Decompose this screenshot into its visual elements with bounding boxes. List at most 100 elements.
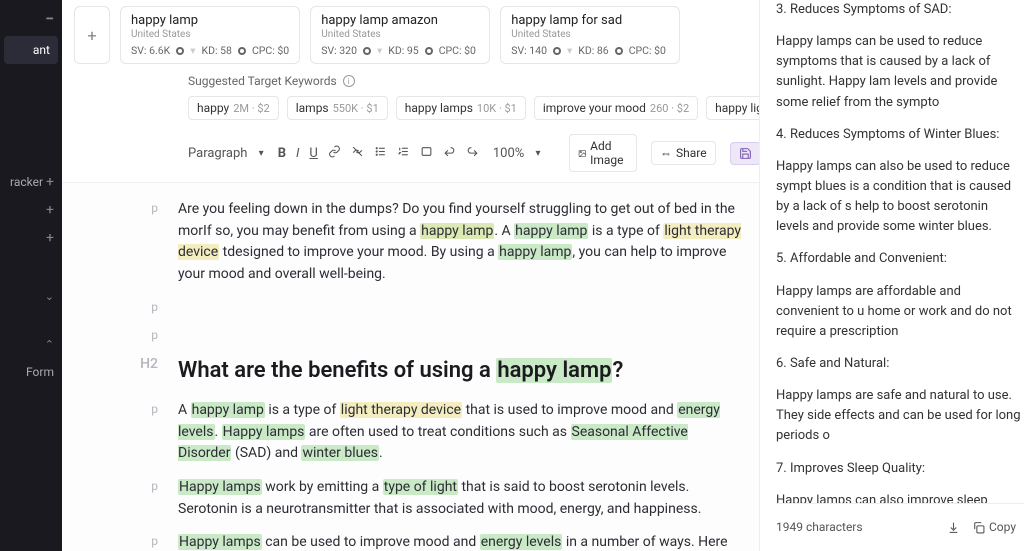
right-paragraph: 4. Reduces Symptoms of Winter Blues: xyxy=(776,125,1024,145)
right-paragraph: Happy lamps are safe and natural to use.… xyxy=(776,386,1024,446)
sidebar-left: − ant racker + + + ⌄ ⌃ Form xyxy=(0,0,62,551)
block-tag-label: H2 xyxy=(78,354,178,388)
unlink-icon xyxy=(351,145,364,158)
plus-icon: + xyxy=(46,174,54,190)
kw-title: happy lamp for sad xyxy=(511,13,669,28)
editor-block[interactable]: H2What are the benefits of using a happy… xyxy=(78,354,743,388)
keyword-chip[interactable]: happy light15K · $1 xyxy=(706,96,759,120)
sidebar-expand-up[interactable]: ⌃ xyxy=(0,330,62,358)
sidebar-collapse[interactable]: − xyxy=(0,4,62,32)
sidebar-item-label: Form xyxy=(26,365,54,379)
right-paragraph: Happy lamps can be used to reduce sympto… xyxy=(776,32,1024,113)
editor-block[interactable]: pHappy lamps can be used to improve mood… xyxy=(78,532,743,551)
editor-block[interactable]: pA happy lamp is a type of light therapy… xyxy=(78,400,743,465)
block-type-dropdown[interactable]: Paragraph ▾ xyxy=(188,146,264,161)
sidebar-item-tracker[interactable]: racker + xyxy=(0,168,62,196)
quote-button[interactable] xyxy=(420,145,433,162)
sv-dot-icon xyxy=(363,47,371,55)
kw-title: happy lamp amazon xyxy=(321,13,479,28)
sidebar-item-label: ant xyxy=(33,43,50,57)
editor-block[interactable]: pAre you feeling down in the dumps? Do y… xyxy=(78,199,743,286)
kw-region: United States xyxy=(321,29,479,40)
editor-block[interactable]: p xyxy=(78,326,743,342)
right-paragraph: 3. Reduces Symptoms of SAD: xyxy=(776,0,1024,20)
numbered-list-button[interactable] xyxy=(397,145,410,162)
share-button[interactable]: ⇔Share xyxy=(651,141,716,165)
bullet-list-icon xyxy=(374,145,387,158)
add-image-button[interactable]: Add Image xyxy=(569,134,637,172)
sidebar-item-label: racker xyxy=(10,175,43,189)
zoom-dropdown[interactable]: 100% ▾ xyxy=(493,146,541,161)
italic-button[interactable]: I xyxy=(296,146,299,161)
unlink-button[interactable] xyxy=(351,145,364,162)
keyword-chip[interactable]: happy lamps10K · $1 xyxy=(396,96,526,120)
kd-dot-icon xyxy=(238,47,246,55)
redo-icon xyxy=(466,145,479,158)
keyword-card[interactable]: happy lamp United States SV: 6.6K▾ KD: 5… xyxy=(120,6,300,64)
minus-icon: − xyxy=(45,9,54,28)
block-body[interactable] xyxy=(178,326,743,342)
block-body[interactable]: Happy lamps can be used to improve mood … xyxy=(178,532,743,551)
sv-dot-icon xyxy=(176,47,184,55)
sidebar-expand-down[interactable]: ⌄ xyxy=(0,282,62,310)
block-body[interactable]: What are the benefits of using a happy l… xyxy=(178,354,743,388)
kd-dot-icon xyxy=(615,47,623,55)
chevron-down-icon: ▾ xyxy=(536,148,541,159)
copy-button[interactable]: Copy xyxy=(972,518,1016,537)
kd-dot-icon xyxy=(425,47,433,55)
editor-toolbar: Paragraph ▾ B I U xyxy=(62,128,759,183)
keyword-chip[interactable]: improve your mood260 · $2 xyxy=(534,96,698,120)
share-icon: ⇔ xyxy=(660,146,672,160)
copy-icon xyxy=(972,521,985,534)
kw-region: United States xyxy=(511,29,669,40)
keyword-chip[interactable]: lamps550K · $1 xyxy=(287,96,388,120)
save-button[interactable] xyxy=(730,142,759,165)
right-footer: 1949 characters Copy xyxy=(776,503,1024,551)
block-tag-label: p xyxy=(78,298,178,314)
right-paragraph: Happy lamps can also be used to reduce s… xyxy=(776,157,1024,238)
undo-icon xyxy=(443,145,456,158)
right-paragraph: 7. Improves Sleep Quality: xyxy=(776,459,1024,479)
sidebar-item-form[interactable]: Form xyxy=(0,358,62,386)
redo-button[interactable] xyxy=(466,145,479,162)
suggested-keywords-label: Suggested Target Keywords i xyxy=(62,64,759,92)
bold-button[interactable]: B xyxy=(278,146,286,161)
bullet-list-button[interactable] xyxy=(374,145,387,162)
plus-icon: + xyxy=(87,26,96,45)
editor-block[interactable]: p xyxy=(78,298,743,314)
kw-title: happy lamp xyxy=(131,13,289,28)
right-paragraph: Happy lamps can also improve sleep quali… xyxy=(776,491,1024,504)
keyword-chip[interactable]: happy2M · $2 xyxy=(188,96,279,120)
chevron-down-icon: ⌄ xyxy=(45,290,54,303)
download-button[interactable] xyxy=(947,521,960,534)
block-tag-label: p xyxy=(78,400,178,465)
chevron-up-icon: ⌃ xyxy=(45,338,54,351)
underline-button[interactable]: U xyxy=(309,146,317,161)
sidebar-item-plus[interactable]: + xyxy=(0,196,62,224)
keyword-card-row: + happy lamp United States SV: 6.6K▾ KD:… xyxy=(62,0,759,64)
char-count-label: 1949 characters xyxy=(776,518,863,537)
link-button[interactable] xyxy=(328,145,341,162)
block-body[interactable] xyxy=(178,298,743,314)
plus-icon: + xyxy=(46,202,54,218)
keyword-card[interactable]: happy lamp for sad United States SV: 140… xyxy=(500,6,680,64)
main-area: + happy lamp United States SV: 6.6K▾ KD:… xyxy=(62,0,759,551)
right-paragraph: 5. Affordable and Convenient: xyxy=(776,249,1024,269)
block-tag-label: p xyxy=(78,532,178,551)
download-icon xyxy=(947,521,960,534)
block-tag-label: p xyxy=(78,477,178,520)
sidebar-item-plus[interactable]: + xyxy=(0,224,62,252)
sv-dot-icon xyxy=(553,47,561,55)
info-icon[interactable]: i xyxy=(343,75,355,87)
block-body[interactable]: Happy lamps work by emitting a type of l… xyxy=(178,477,743,520)
block-body[interactable]: Are you feeling down in the dumps? Do yo… xyxy=(178,199,743,286)
add-keyword-button[interactable]: + xyxy=(74,6,110,64)
undo-button[interactable] xyxy=(443,145,456,162)
right-panel: 3. Reduces Symptoms of SAD: Happy lamps c… xyxy=(759,0,1024,551)
editor-block[interactable]: pHappy lamps work by emitting a type of … xyxy=(78,477,743,520)
kw-region: United States xyxy=(131,29,289,40)
editor-body[interactable]: pAre you feeling down in the dumps? Do y… xyxy=(62,183,759,551)
block-body[interactable]: A happy lamp is a type of light therapy … xyxy=(178,400,743,465)
sidebar-item-ant[interactable]: ant xyxy=(4,36,58,64)
keyword-card[interactable]: happy lamp amazon United States SV: 320▾… xyxy=(310,6,490,64)
